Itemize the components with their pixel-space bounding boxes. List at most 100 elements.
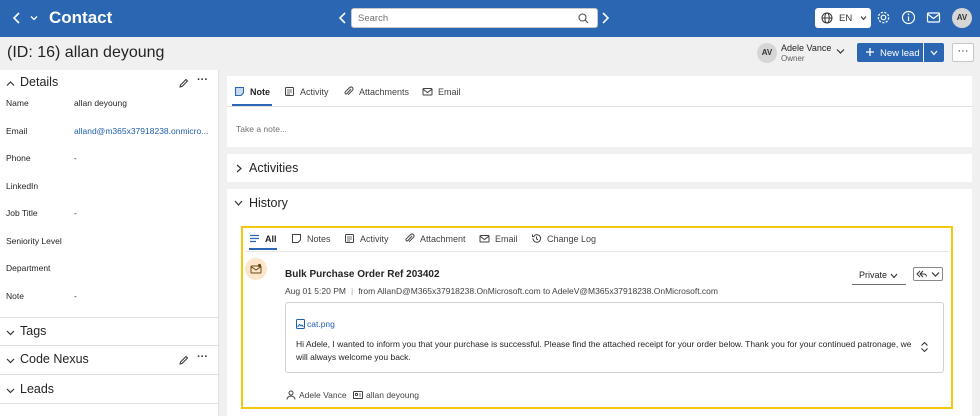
chevron-down-icon[interactable] bbox=[6, 328, 15, 337]
history-tab-change-log[interactable]: Change Log bbox=[531, 232, 597, 248]
field-label-note: Note bbox=[6, 291, 24, 301]
search-icon[interactable] bbox=[578, 13, 589, 24]
mail-icon bbox=[422, 88, 433, 96]
new-lead-dropdown-button[interactable] bbox=[924, 43, 944, 62]
tab-note[interactable]: Note bbox=[234, 85, 274, 101]
field-value-email[interactable]: alland@m365x37918238.onmicro... bbox=[74, 126, 214, 136]
history-tab-change-log-label: Change Log bbox=[547, 234, 597, 244]
history-tab-email-label: Email bbox=[495, 234, 518, 244]
tab-email[interactable]: Email bbox=[422, 85, 467, 101]
owner-avatar: AV bbox=[757, 43, 777, 63]
details-title: Details bbox=[20, 75, 59, 89]
expand-collapse-icon[interactable] bbox=[920, 341, 929, 353]
language-selector[interactable]: EN bbox=[815, 8, 871, 28]
paperclip-icon bbox=[405, 233, 415, 243]
code-nexus-more-icon[interactable]: ··· bbox=[197, 351, 208, 363]
owner-chevron-down-icon[interactable] bbox=[836, 48, 845, 55]
back-arrow-icon[interactable] bbox=[10, 11, 24, 25]
settings-gear-icon[interactable] bbox=[876, 10, 891, 25]
reply-all-icon[interactable] bbox=[916, 269, 927, 279]
history-tab-notes[interactable]: Notes bbox=[291, 232, 333, 248]
chevron-down-icon[interactable] bbox=[6, 356, 15, 365]
record-title: (ID: 16) allan deyoung bbox=[7, 44, 165, 61]
email-subject[interactable]: Bulk Purchase Order Ref 203402 bbox=[285, 269, 440, 280]
active-tab-indicator bbox=[249, 248, 277, 250]
new-lead-button[interactable]: New lead bbox=[857, 43, 923, 62]
more-options-button[interactable]: ··· bbox=[952, 43, 974, 62]
search-box[interactable] bbox=[351, 8, 598, 28]
activity-icon bbox=[345, 234, 354, 243]
person-icon bbox=[286, 390, 296, 400]
note-input[interactable]: Take a note... bbox=[236, 124, 287, 134]
chevron-down-icon bbox=[860, 16, 867, 21]
divider bbox=[0, 403, 219, 404]
activities-title: Activities bbox=[249, 161, 299, 175]
divider bbox=[227, 106, 972, 107]
note-icon bbox=[234, 86, 245, 97]
field-value-phone[interactable]: - bbox=[74, 153, 214, 163]
history-tab-all[interactable]: All bbox=[249, 232, 279, 248]
divider bbox=[0, 374, 219, 375]
email-meta: Aug 01 5:20 PM | from AllanD@M365x37918238… bbox=[285, 286, 718, 296]
attachment-name: cat.png bbox=[307, 319, 335, 329]
history-tab-attachment-label: Attachment bbox=[420, 234, 466, 244]
chevron-right-icon[interactable] bbox=[235, 164, 243, 173]
chevron-down-icon[interactable] bbox=[6, 386, 15, 395]
paperclip-icon bbox=[344, 86, 354, 96]
next-record-icon[interactable] bbox=[599, 11, 611, 25]
email-route: from AllanD@M365x37918238.OnMicrosoft.co… bbox=[358, 286, 718, 296]
history-tab-activity[interactable]: Activity bbox=[344, 232, 392, 248]
chevron-down-icon[interactable] bbox=[234, 199, 243, 207]
user-avatar[interactable]: AV bbox=[952, 8, 972, 28]
email-body-card: cat.png Hi Adele, I wanted to inform you… bbox=[285, 302, 944, 373]
details-section-header[interactable]: Details ··· bbox=[0, 70, 219, 96]
history-title: History bbox=[249, 196, 288, 210]
chevron-down-icon bbox=[930, 50, 938, 56]
divider bbox=[245, 251, 949, 252]
previous-record-icon[interactable] bbox=[337, 11, 349, 25]
chevron-up-icon[interactable] bbox=[6, 79, 15, 88]
activities-card[interactable]: Activities bbox=[227, 154, 972, 182]
reply-split-button[interactable] bbox=[913, 267, 943, 281]
history-tab-email[interactable]: Email bbox=[479, 232, 519, 248]
email-item-badge bbox=[245, 258, 267, 280]
field-label-email: Email bbox=[6, 126, 28, 136]
privacy-dropdown[interactable]: Private bbox=[852, 266, 906, 285]
field-value-job-title[interactable]: - bbox=[74, 208, 214, 218]
details-more-icon[interactable]: ··· bbox=[197, 74, 208, 86]
history-tab-all-label: All bbox=[265, 234, 277, 244]
mail-icon[interactable] bbox=[926, 10, 941, 25]
edit-pencil-icon[interactable] bbox=[178, 78, 189, 89]
separator: | bbox=[350, 286, 354, 296]
leads-section-header[interactable]: Leads bbox=[0, 377, 219, 403]
tags-title: Tags bbox=[20, 324, 47, 338]
email-date: Aug 01 5:20 PM bbox=[285, 286, 346, 296]
top-bar: Contact EN AV bbox=[0, 0, 980, 37]
tab-attachments[interactable]: Attachments bbox=[343, 85, 413, 101]
language-label: EN bbox=[839, 13, 853, 24]
search-input[interactable] bbox=[358, 12, 568, 25]
divider bbox=[0, 345, 219, 346]
chevron-down-icon[interactable] bbox=[29, 13, 39, 23]
privacy-label: Private bbox=[859, 270, 888, 280]
code-nexus-section-header[interactable]: Code Nexus ··· bbox=[0, 347, 219, 373]
tab-activity[interactable]: Activity bbox=[284, 85, 334, 101]
chevron-down-icon[interactable] bbox=[931, 271, 940, 278]
tab-email-label: Email bbox=[438, 87, 461, 97]
info-icon[interactable] bbox=[901, 10, 916, 25]
history-tab-notes-label: Notes bbox=[307, 234, 331, 244]
owner-name[interactable]: Adele Vance bbox=[781, 43, 831, 53]
tags-section-header[interactable]: Tags bbox=[0, 319, 219, 345]
composer-card bbox=[227, 76, 972, 147]
envelope-icon bbox=[250, 263, 262, 274]
activity-icon bbox=[285, 87, 294, 96]
image-file-icon bbox=[296, 319, 305, 329]
edit-pencil-icon[interactable] bbox=[178, 355, 189, 366]
field-value-note[interactable]: - bbox=[74, 291, 214, 301]
history-tab-attachment[interactable]: Attachment bbox=[404, 232, 466, 248]
leads-title: Leads bbox=[20, 382, 55, 396]
field-label-phone: Phone bbox=[6, 153, 31, 163]
globe-icon bbox=[821, 12, 833, 24]
field-value-name[interactable]: allan deyoung bbox=[74, 98, 214, 108]
owner-role: Owner bbox=[781, 54, 805, 63]
